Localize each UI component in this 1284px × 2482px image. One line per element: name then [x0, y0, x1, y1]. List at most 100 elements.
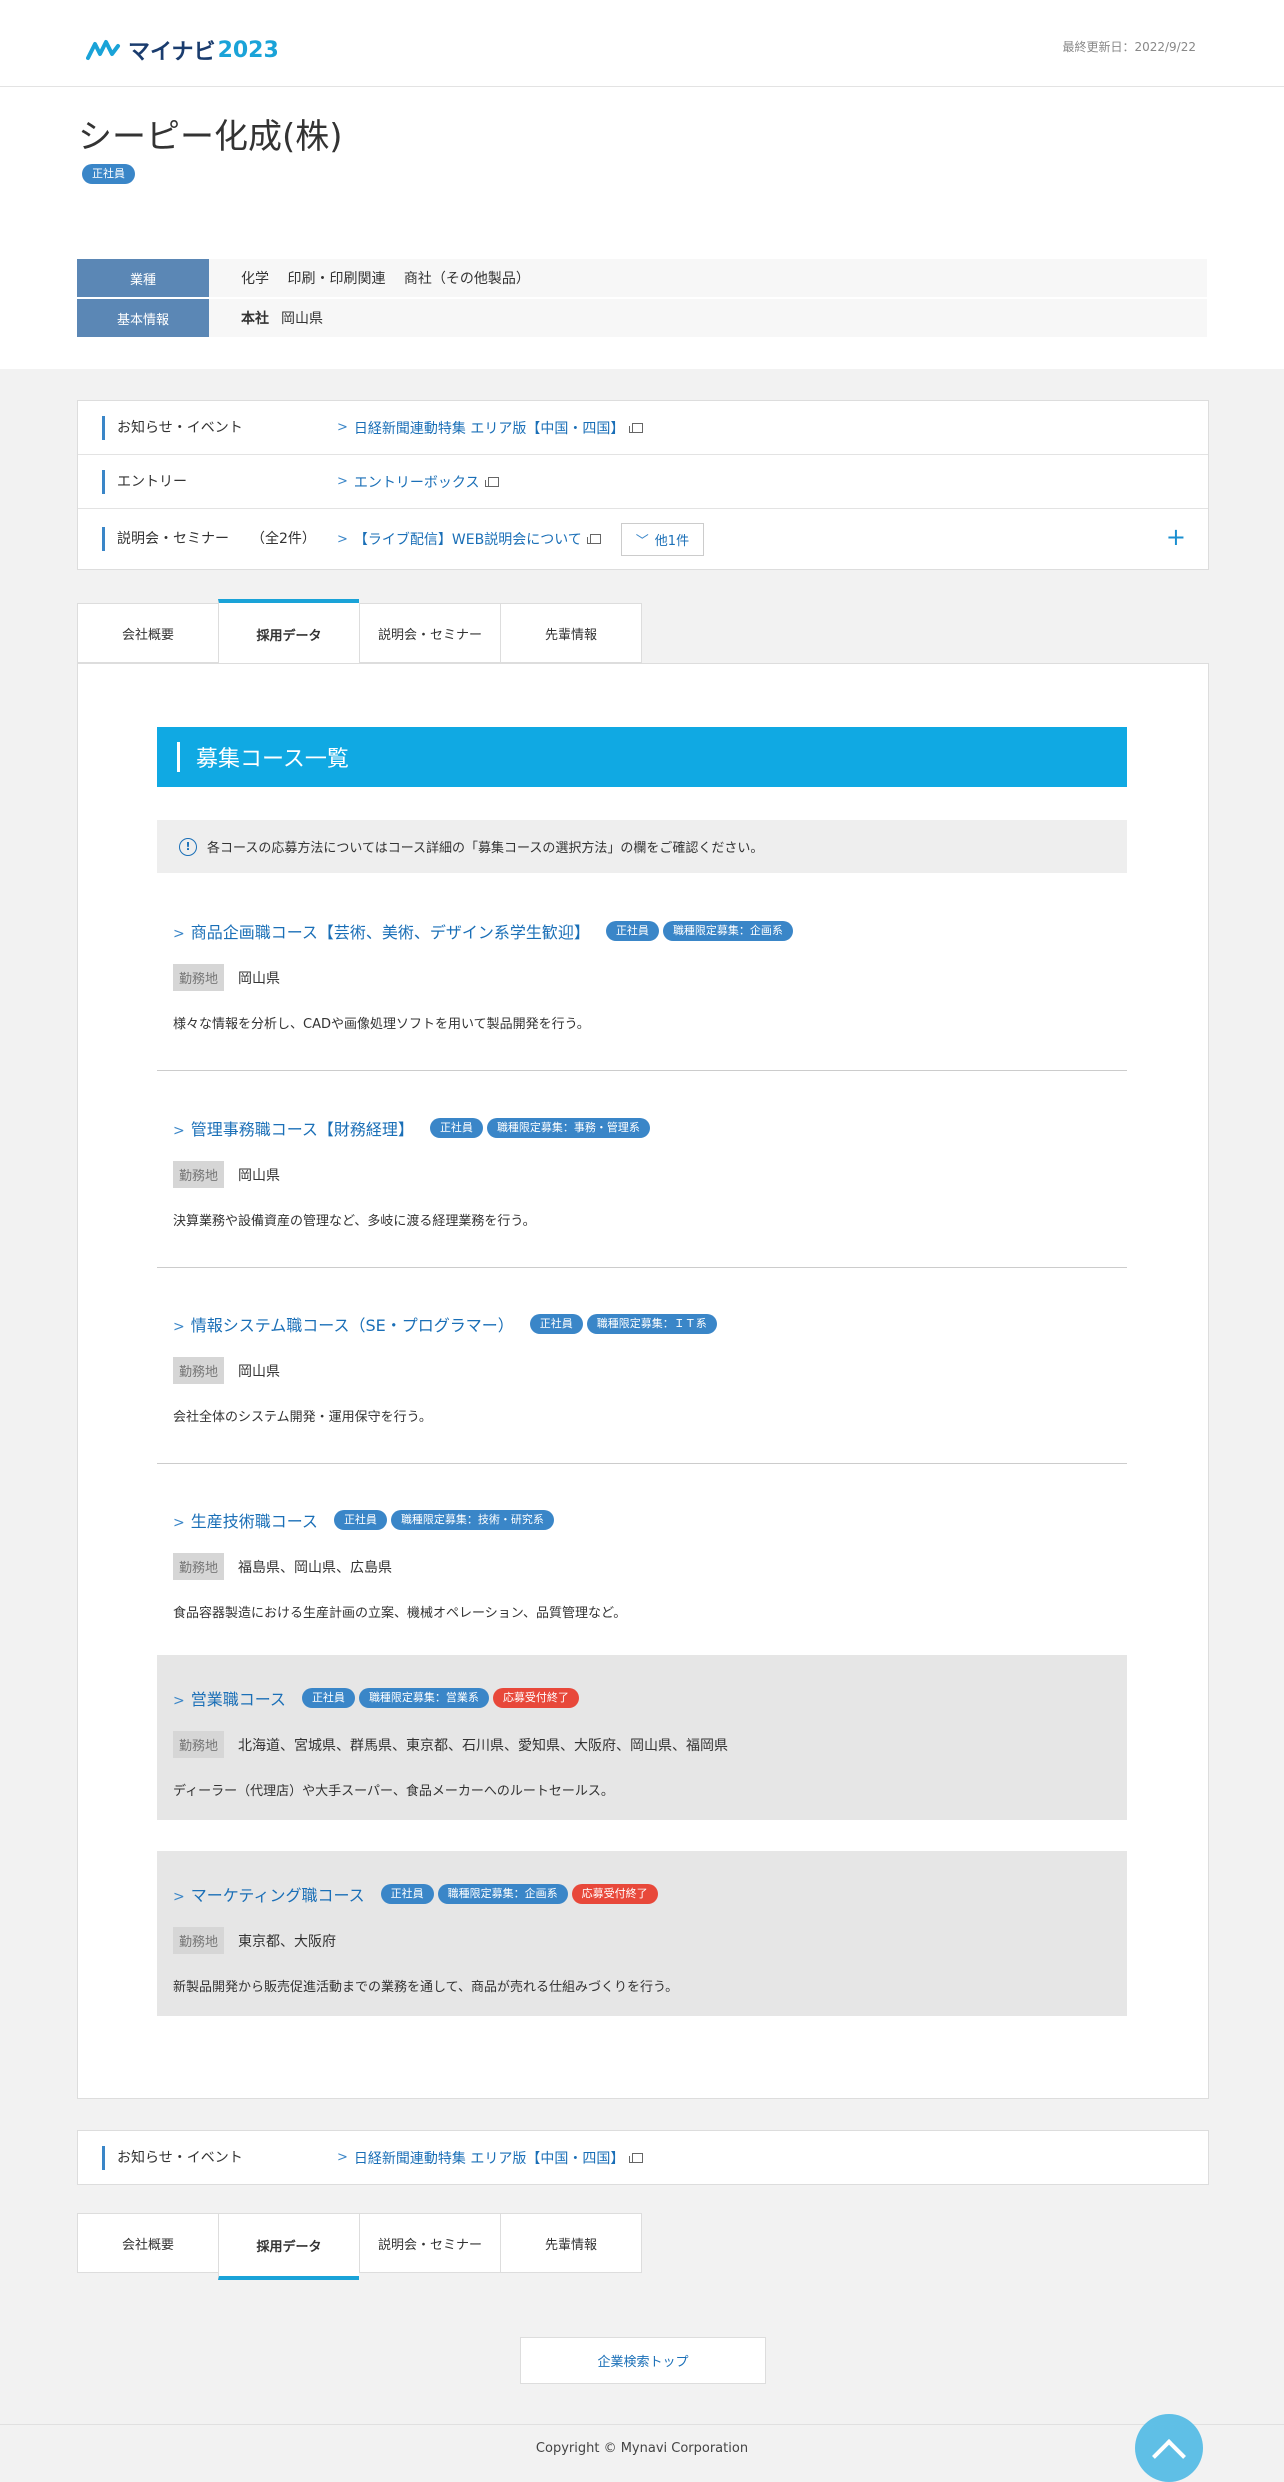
course-title-link[interactable]: > 管理事務職コース【財務経理】	[173, 1116, 414, 1140]
course-title-row: > マーケティング職コース 正社員 職種限定募集：企画系 応募受付終了	[173, 1879, 1111, 1909]
site-header: マイナビ 2023 最終更新日：2022/9/22	[0, 0, 1284, 87]
news-label: お知らせ・イベント	[102, 415, 337, 440]
tab-seminars[interactable]: 説明会・セミナー	[359, 2213, 500, 2273]
course-divider	[157, 1463, 1127, 1464]
tab-company-overview[interactable]: 会社概要	[77, 603, 218, 663]
tab-company-overview[interactable]: 会社概要	[77, 2213, 218, 2273]
seminar-more-text: 他1件	[654, 533, 690, 549]
closed-badge: 応募受付終了	[571, 1884, 658, 1904]
last-updated: 最終更新日：2022/9/22	[1062, 40, 1196, 54]
tab-recruitment-data[interactable]: 採用データ	[218, 599, 359, 665]
tab-seminars[interactable]: 説明会・セミナー	[359, 603, 500, 663]
news-row: お知らせ・イベント > 日経新聞連動特集 エリア版【中国・四国】	[78, 401, 1208, 455]
location-value: 岡山県	[238, 1167, 281, 1184]
course-badges: 正社員 職種限定募集：企画系 応募受付終了	[380, 1884, 658, 1904]
tab-seniors[interactable]: 先輩情報	[500, 603, 642, 663]
entry-label: エントリー	[102, 469, 337, 494]
course-badges: 正社員 職種限定募集：事務・管理系	[429, 1118, 650, 1138]
tab-recruitment-data[interactable]: 採用データ	[218, 2213, 359, 2280]
chevron-right-icon: >	[337, 420, 348, 435]
location-value: 岡山県	[238, 970, 281, 987]
mynavi-logo[interactable]: マイナビ 2023	[86, 34, 279, 66]
chevron-right-icon: >	[173, 1515, 185, 1531]
news-link[interactable]: > 日経新聞連動特集 エリア版【中国・四国】	[337, 418, 644, 438]
course-item: > マーケティング職コース 正社員 職種限定募集：企画系 応募受付終了 勤務地 東京都、大阪…	[157, 1851, 1127, 2016]
course-badges: 正社員 職種限定募集：技術・研究系	[333, 1510, 554, 1530]
chevron-right-icon: >	[173, 1889, 185, 1905]
course-title-link[interactable]: > 生産技術職コース	[173, 1508, 318, 1532]
chevron-right-icon: >	[173, 926, 185, 942]
chevron-right-icon: >	[173, 1319, 185, 1335]
external-link-icon	[586, 534, 601, 544]
entry-link[interactable]: > エントリーボックス	[337, 472, 499, 492]
course-badges: 正社員 職種限定募集：営業系 応募受付終了	[301, 1688, 579, 1708]
course-title-link[interactable]: > 商品企画職コース【芸術、美術、デザイン系学生歓迎】	[173, 919, 590, 943]
location-row: 勤務地 福島県、岡山県、広島県	[173, 1553, 1111, 1580]
course-badge: 職種限定募集：営業系	[358, 1688, 489, 1708]
location-value: 北海道、宮城県、群馬県、東京都、石川県、愛知県、大阪府、岡山県、福岡県	[238, 1737, 729, 1754]
notice-box: ! 各コースの応募方法についてはコース詳細の「募集コースの選択方法」の欄をご確認…	[157, 820, 1127, 873]
course-badge: 職種限定募集：事務・管理系	[486, 1118, 650, 1138]
location-value: 東京都、大阪府	[238, 1933, 337, 1950]
location-label: 勤務地	[173, 1731, 225, 1758]
course-badge: 正社員	[605, 921, 659, 941]
news-link[interactable]: > 日経新聞連動特集 エリア版【中国・四国】	[337, 2148, 644, 2168]
info-icon: !	[179, 837, 197, 856]
mynavi-logo-icon	[86, 40, 120, 60]
tab-seniors[interactable]: 先輩情報	[500, 2213, 642, 2273]
seminar-link[interactable]: > 【ライブ配信】WEB説明会について	[337, 529, 601, 549]
location-label: 勤務地	[173, 1927, 225, 1954]
chevron-right-icon: >	[173, 1123, 185, 1139]
chevron-right-icon: >	[337, 531, 348, 547]
course-badge: 正社員	[301, 1688, 355, 1708]
info-value: 本社 岡山県	[209, 299, 1207, 337]
company-name: シーピー化成(株)	[78, 117, 343, 157]
course-description: 様々な情報を分析し、CADや画像処理ソフトを用いて製品開発を行う。	[173, 1017, 590, 1032]
expand-plus-icon[interactable]: +	[1166, 523, 1186, 551]
course-badge: 正社員	[380, 1884, 434, 1904]
location-label: 勤務地	[173, 1357, 225, 1384]
course-title-row: > 生産技術職コース 正社員 職種限定募集：技術・研究系	[173, 1505, 1111, 1535]
course-item: > 情報システム職コース（SE・プログラマー） 正社員 職種限定募集：ＩＴ系勤務地 岡山…	[157, 1287, 1127, 1437]
location-row: 勤務地 岡山県	[173, 1357, 1111, 1384]
course-title-link[interactable]: > 営業職コース	[173, 1686, 286, 1710]
course-badge: 職種限定募集：企画系	[437, 1884, 568, 1904]
course-title-row: > 商品企画職コース【芸術、美術、デザイン系学生歓迎】 正社員 職種限定募集：企画系	[173, 916, 1111, 946]
company-search-top-button[interactable]: 企業検索トップ	[520, 2337, 766, 2384]
course-badges: 正社員 職種限定募集：企画系	[605, 921, 793, 941]
external-link-icon	[484, 476, 499, 487]
seminar-more-button[interactable]: ﹀ 他1件	[620, 522, 705, 556]
info-value: 化学 印刷・印刷関連 商社（その他製品）	[209, 259, 1207, 297]
course-badge: 正社員	[429, 1118, 483, 1138]
headquarters-value: 岡山県	[281, 311, 323, 327]
external-link-icon	[629, 2152, 644, 2163]
page-top-button[interactable]	[1135, 2414, 1203, 2482]
logo-year: 2023	[217, 37, 279, 63]
footer: Copyright © Mynavi Corporation	[0, 2424, 1284, 2471]
course-item: > 商品企画職コース【芸術、美術、デザイン系学生歓迎】 正社員 職種限定募集：企画系勤…	[157, 894, 1127, 1044]
location-value: 福島県、岡山県、広島県	[238, 1559, 393, 1576]
entry-row: エントリー > エントリーボックス	[78, 455, 1208, 509]
course-title: 情報システム職コース（SE・プログラマー）	[190, 1316, 514, 1335]
seminar-row: 説明会・セミナー （全2件） > 【ライブ配信】WEB説明会について ﹀ 他1件 +	[78, 509, 1208, 569]
employment-badge: 正社員	[82, 164, 135, 184]
course-title-link[interactable]: > 情報システム職コース（SE・プログラマー）	[173, 1312, 514, 1336]
section-title: 募集コース一覧	[157, 727, 1127, 787]
info-row-industry: 業種 化学 印刷・印刷関連 商社（その他製品）	[77, 259, 1207, 297]
chevron-right-icon: >	[337, 474, 348, 489]
location-row: 勤務地 岡山県	[173, 1161, 1111, 1188]
seminar-label-text: 説明会・セミナー	[117, 531, 229, 547]
news-link-text: 日経新聞連動特集 エリア版【中国・四国】	[353, 2150, 625, 2167]
course-badge: 職種限定募集：ＩＴ系	[586, 1314, 717, 1334]
course-title-row: > 管理事務職コース【財務経理】 正社員 職種限定募集：事務・管理系	[173, 1113, 1111, 1143]
course-title: 管理事務職コース【財務経理】	[190, 1120, 414, 1139]
course-title-link[interactable]: > マーケティング職コース	[173, 1882, 365, 1906]
seminar-link-text: 【ライブ配信】WEB説明会について	[353, 532, 582, 548]
company-header: シーピー化成(株) 正社員 業種 化学 印刷・印刷関連 商社（その他製品） 基本…	[0, 87, 1284, 369]
seminar-label: 説明会・セミナー （全2件）	[102, 527, 337, 551]
course-badges: 正社員 職種限定募集：ＩＴ系	[529, 1314, 717, 1334]
course-description: 会社全体のシステム開発・運用保守を行う。	[173, 1410, 432, 1425]
location-label: 勤務地	[173, 1553, 225, 1580]
course-description: 決算業務や設備資産の管理など、多岐に渡る経理業務を行う。	[173, 1214, 536, 1229]
news-link-text: 日経新聞連動特集 エリア版【中国・四国】	[353, 420, 625, 437]
